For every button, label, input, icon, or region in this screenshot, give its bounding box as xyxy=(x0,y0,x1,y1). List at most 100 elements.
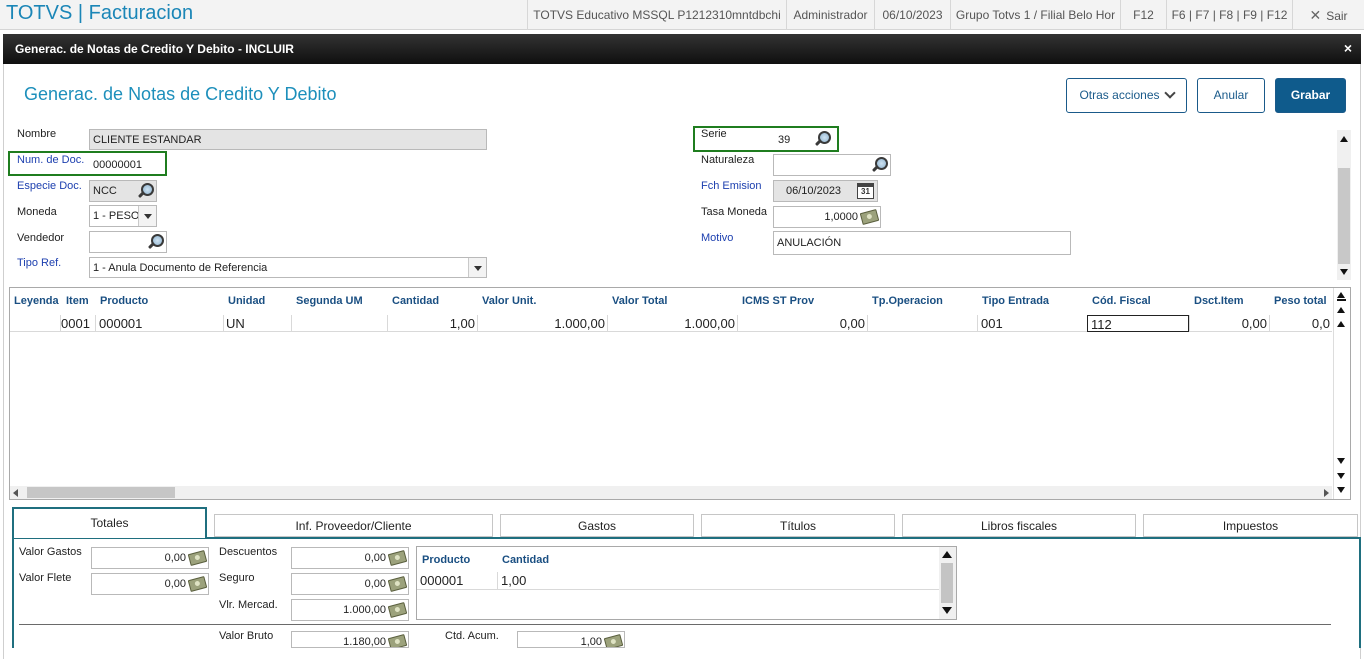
tab-titulos[interactable]: Títulos xyxy=(701,514,895,537)
col-header-unidad[interactable]: Unidad xyxy=(228,295,265,307)
cell-cantidad[interactable]: 1,00 xyxy=(387,315,477,332)
tasa-moneda-field[interactable]: 1,0000 xyxy=(773,206,881,228)
scroll-right-icon[interactable] xyxy=(1324,489,1329,497)
serie-field[interactable]: 39 xyxy=(774,129,834,149)
cell-producto[interactable]: 000001 xyxy=(95,315,223,332)
cell-unidad[interactable]: UN xyxy=(223,315,291,332)
scroll-up-icon[interactable] xyxy=(1337,307,1345,313)
ctd-acum-field[interactable]: 1,00 xyxy=(517,631,625,648)
cell-item[interactable]: 0001 xyxy=(60,315,95,332)
environment-label: TOTVS Educativo MSSQL P1212310mntdbchi xyxy=(527,0,786,30)
branch-label[interactable]: Grupo Totvs 1 / Filial Belo Hor xyxy=(950,0,1120,30)
scroll-thumb[interactable] xyxy=(1338,168,1350,264)
col-header-valor-unit[interactable]: Valor Unit. xyxy=(482,295,536,307)
money-icon[interactable] xyxy=(387,602,408,618)
col-header-tp-operacion[interactable]: Tp.Operacion xyxy=(872,295,943,307)
cell-valor-unit[interactable]: 1.000,00 xyxy=(477,315,607,332)
vlr-mercad-field[interactable]: 1.000,00 xyxy=(291,599,409,621)
col-header-icms-st-prov[interactable]: ICMS ST Prov xyxy=(742,295,814,307)
valor-bruto-field[interactable]: 1.180,00 xyxy=(291,631,409,648)
col-header-leyenda[interactable]: Leyenda xyxy=(14,295,59,307)
subgrid-cell-cantidad[interactable]: 1,00 xyxy=(497,572,577,589)
naturaleza-field[interactable] xyxy=(773,154,891,176)
col-header-tipo-entrada[interactable]: Tipo Entrada xyxy=(982,295,1049,307)
scroll-down-icon[interactable] xyxy=(1340,269,1348,275)
search-icon[interactable] xyxy=(146,233,164,251)
subgrid-cell-producto[interactable]: 000001 xyxy=(417,572,497,589)
hscroll-thumb[interactable] xyxy=(27,487,175,498)
scroll-bottom-icon[interactable] xyxy=(1337,487,1345,493)
fch-emision-field[interactable]: 06/10/2023 31 xyxy=(773,180,878,202)
date-label[interactable]: 06/10/2023 xyxy=(874,0,950,30)
cell-cod-fiscal[interactable]: 112 xyxy=(1087,315,1189,332)
subgrid-header-cantidad[interactable]: Cantidad xyxy=(502,554,549,566)
money-icon[interactable] xyxy=(387,576,408,592)
other-actions-button[interactable]: Otras acciones xyxy=(1066,78,1187,113)
col-header-valor-total[interactable]: Valor Total xyxy=(612,295,667,307)
money-icon[interactable] xyxy=(387,634,408,647)
cell-peso-total[interactable]: 0,0 xyxy=(1269,315,1332,332)
f12-shortcut[interactable]: F12 xyxy=(1120,0,1166,30)
col-header-segunda-um[interactable]: Segunda UM xyxy=(296,295,363,307)
grid-hscroll[interactable] xyxy=(10,486,1332,499)
tab-impuestos[interactable]: Impuestos xyxy=(1143,514,1358,537)
scroll-page-up-icon[interactable] xyxy=(1337,321,1345,327)
tab-totales[interactable]: Totales xyxy=(12,507,207,538)
calendar-icon[interactable]: 31 xyxy=(857,183,874,199)
col-header-item[interactable]: Item xyxy=(66,295,89,307)
nombre-field[interactable]: CLIENTE ESTANDAR xyxy=(89,129,487,150)
col-header-cantidad[interactable]: Cantidad xyxy=(392,295,439,307)
especie-doc-field[interactable]: NCC xyxy=(89,180,157,202)
scroll-down-icon[interactable] xyxy=(942,607,952,614)
num-doc-field[interactable]: 00000001 xyxy=(89,154,163,174)
cell-valor-total[interactable]: 1.000,00 xyxy=(607,315,737,332)
save-button[interactable]: Grabar xyxy=(1275,78,1346,113)
cell-segunda-um[interactable] xyxy=(291,315,387,332)
search-icon[interactable] xyxy=(136,182,154,200)
vendedor-field[interactable] xyxy=(89,231,167,253)
cell-tipo-entrada[interactable]: 001 xyxy=(977,315,1087,332)
col-header-peso-total[interactable]: Peso total xyxy=(1274,295,1330,307)
cell-tp-operacion[interactable] xyxy=(867,315,977,332)
scroll-up-icon[interactable] xyxy=(942,551,952,558)
subgrid-header-producto[interactable]: Producto xyxy=(422,554,470,566)
scroll-top-icon[interactable] xyxy=(1337,292,1345,298)
cell-icms-st[interactable]: 0,00 xyxy=(737,315,867,332)
form-scrollbar[interactable] xyxy=(1337,130,1351,280)
chevron-down-icon[interactable] xyxy=(468,258,486,277)
motivo-field[interactable]: ANULACIÓN xyxy=(773,231,1071,255)
tab-inf-proveedor-cliente[interactable]: Inf. Proveedor/Cliente xyxy=(214,514,493,537)
scroll-up-icon[interactable] xyxy=(1340,136,1348,142)
money-icon[interactable] xyxy=(187,550,208,566)
scroll-page-down-icon[interactable] xyxy=(1337,473,1345,479)
grid-vscroll[interactable] xyxy=(1333,288,1350,499)
scroll-thumb[interactable] xyxy=(941,563,953,603)
scroll-left-icon[interactable] xyxy=(13,489,18,497)
search-icon[interactable] xyxy=(813,130,831,148)
tab-libros-fiscales[interactable]: Libros fiscales xyxy=(902,514,1136,537)
exit-button[interactable]: ✕ Sair xyxy=(1292,0,1364,30)
descuentos-field[interactable]: 0,00 xyxy=(291,547,409,569)
col-header-cod-fiscal[interactable]: Cód. Fiscal xyxy=(1092,295,1151,307)
col-header-dsct-item[interactable]: Dsct.Item xyxy=(1194,295,1244,307)
seguro-field[interactable]: 0,00 xyxy=(291,573,409,595)
money-icon[interactable] xyxy=(387,550,408,566)
money-icon[interactable] xyxy=(603,634,624,647)
search-icon[interactable] xyxy=(870,156,888,174)
money-icon[interactable] xyxy=(859,209,880,225)
scroll-down-icon[interactable] xyxy=(1337,458,1345,464)
shortcut-keys[interactable]: F6 | F7 | F8 | F9 | F12 xyxy=(1166,0,1292,30)
money-icon[interactable] xyxy=(187,576,208,592)
tipo-ref-select[interactable]: 1 - Anula Documento de Referencia xyxy=(89,257,487,278)
moneda-select[interactable]: 1 - PESO xyxy=(89,205,157,227)
user-label[interactable]: Administrador xyxy=(786,0,874,30)
chevron-down-icon[interactable] xyxy=(138,206,156,226)
valor-flete-field[interactable]: 0,00 xyxy=(91,573,209,595)
modal-close-icon[interactable]: × xyxy=(1344,40,1352,56)
cancel-button[interactable]: Anular xyxy=(1197,78,1265,113)
valor-gastos-field[interactable]: 0,00 xyxy=(91,547,209,569)
tab-gastos[interactable]: Gastos xyxy=(500,514,694,537)
cell-dsct-item[interactable]: 0,00 xyxy=(1189,315,1269,332)
col-header-producto[interactable]: Producto xyxy=(100,295,148,307)
subgrid-vscroll[interactable] xyxy=(939,547,956,619)
